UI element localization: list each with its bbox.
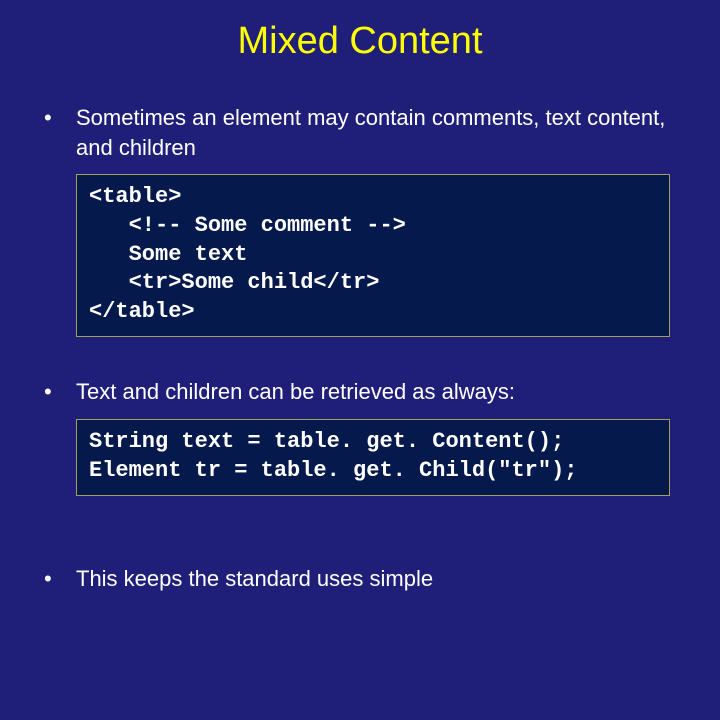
code-block-1: <table> <!-- Some comment --> Some text … — [76, 174, 670, 337]
code-line: <tr>Some child</tr> — [89, 269, 657, 298]
code-line: </table> — [89, 298, 657, 327]
bullet-item: • Sometimes an element may contain comme… — [40, 103, 680, 162]
bullet-text: This keeps the standard uses simple — [76, 564, 433, 594]
code-line: <!-- Some comment --> — [89, 212, 657, 241]
bullet-marker: • — [40, 377, 76, 407]
code-line: Element tr = table. get. Child("tr"); — [89, 457, 657, 486]
slide-title: Mixed Content — [40, 20, 680, 63]
code-line: <table> — [89, 183, 657, 212]
code-block-2: String text = table. get. Content(); Ele… — [76, 419, 670, 496]
slide: Mixed Content • Sometimes an element may… — [0, 0, 720, 720]
bullet-text: Sometimes an element may contain comment… — [76, 103, 680, 162]
bullet-item: • This keeps the standard uses simple — [40, 564, 680, 594]
code-line: String text = table. get. Content(); — [89, 428, 657, 457]
bullet-text: Text and children can be retrieved as al… — [76, 377, 515, 407]
bullet-item: • Text and children can be retrieved as … — [40, 377, 680, 407]
bullet-marker: • — [40, 564, 76, 594]
bullet-marker: • — [40, 103, 76, 133]
code-line: Some text — [89, 241, 657, 270]
